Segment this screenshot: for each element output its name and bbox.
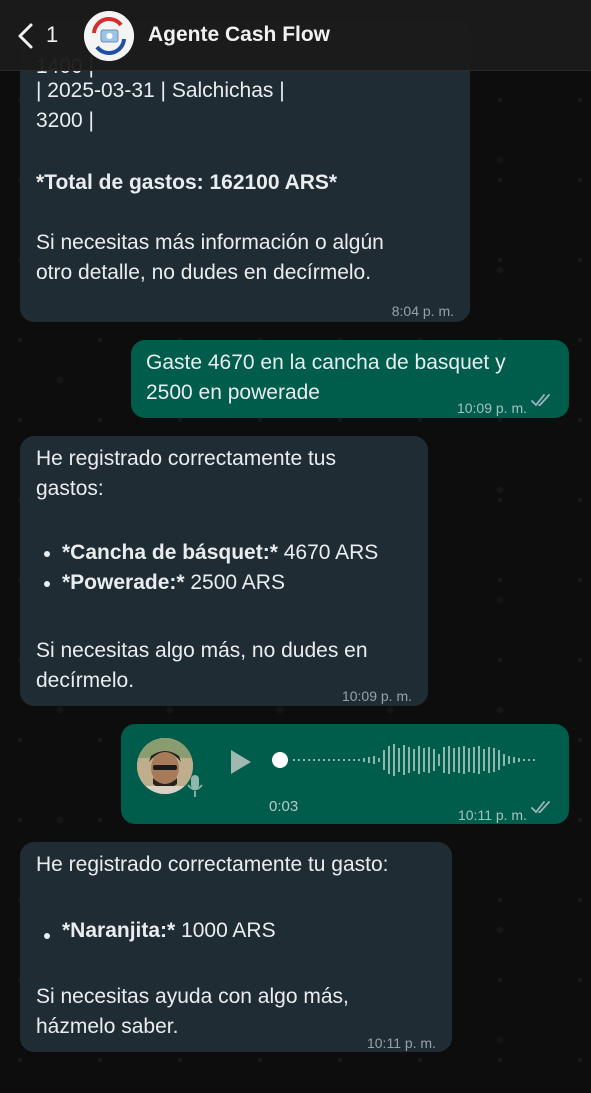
list-item: *Powerade:* 2500 ARS [62, 568, 285, 598]
message-text: He registrado correctamente tu gasto: [36, 853, 389, 876]
cash-flow-logo-icon[interactable] [84, 11, 134, 61]
list-bullet [44, 933, 50, 939]
message-text: Si necesitas ayuda con algo más, [36, 985, 349, 1008]
message-text: 3200 | [36, 109, 95, 132]
message-time: 10:09 p. m. [341, 688, 412, 704]
message-text: | 2025-03-31 | Salchichas | [36, 79, 285, 102]
list-item: *Cancha de básquet:* 4670 ARS [62, 538, 378, 568]
double-check-icon [531, 394, 550, 407]
message-incoming[interactable]: He registrado correctamente tu gasto: *N… [20, 842, 452, 1052]
list-item-label: *Cancha de básquet:* [62, 541, 278, 564]
message-text: Gaste 4670 en la cancha de basquet y [146, 351, 506, 374]
message-time: 10:09 p. m. [456, 400, 527, 416]
message-time: 10:11 p. m. [366, 1035, 436, 1051]
list-item: *Naranjita:* 1000 ARS [62, 916, 276, 946]
list-item-label: *Naranjita:* [62, 919, 176, 942]
list-item-label: *Powerade:* [62, 571, 185, 594]
chat-title[interactable]: Agente Cash Flow [148, 23, 330, 47]
message-text: decírmelo. [36, 669, 135, 692]
message-outgoing[interactable]: Gaste 4670 en la cancha de basquet y 250… [131, 340, 569, 418]
message-incoming[interactable]: He registrado correctamente tus gastos: … [20, 436, 428, 706]
message-text: He registrado correctamente tus [36, 447, 336, 470]
message-text: házmelo saber. [36, 1015, 179, 1038]
message-time: 10:11 p. m. [457, 807, 527, 823]
list-item-value: 2500 ARS [184, 571, 285, 594]
microphone-icon [187, 775, 203, 797]
message-text: 2500 en powerade [146, 381, 320, 404]
message-text: *Total de gastos: 162100 ARS* [36, 171, 338, 194]
sender-avatar [137, 738, 193, 794]
unread-count[interactable]: 1 [46, 22, 58, 48]
message-time: 8:04 p. m. [391, 303, 454, 319]
list-item-value: 4670 ARS [277, 541, 379, 564]
audio-waveform[interactable] [271, 738, 551, 782]
message-text: gastos: [36, 477, 104, 500]
voice-duration: 0:03 [269, 798, 299, 815]
message-text: otro detalle, no dudes en decírmelo. [36, 261, 372, 284]
chat-header: 1 Agente Cash Flow [0, 0, 591, 71]
back-chevron-icon[interactable] [14, 22, 38, 50]
list-bullet [44, 581, 50, 587]
double-check-icon [531, 801, 550, 814]
list-item-value: 1000 ARS [175, 919, 276, 942]
play-icon[interactable] [229, 748, 253, 776]
message-text: Si necesitas más información o algún [36, 231, 384, 254]
voice-message[interactable]: 0:03 10:11 p. m. [121, 724, 569, 824]
message-text: Si necesitas algo más, no dudes en [36, 639, 368, 662]
list-bullet [44, 551, 50, 557]
